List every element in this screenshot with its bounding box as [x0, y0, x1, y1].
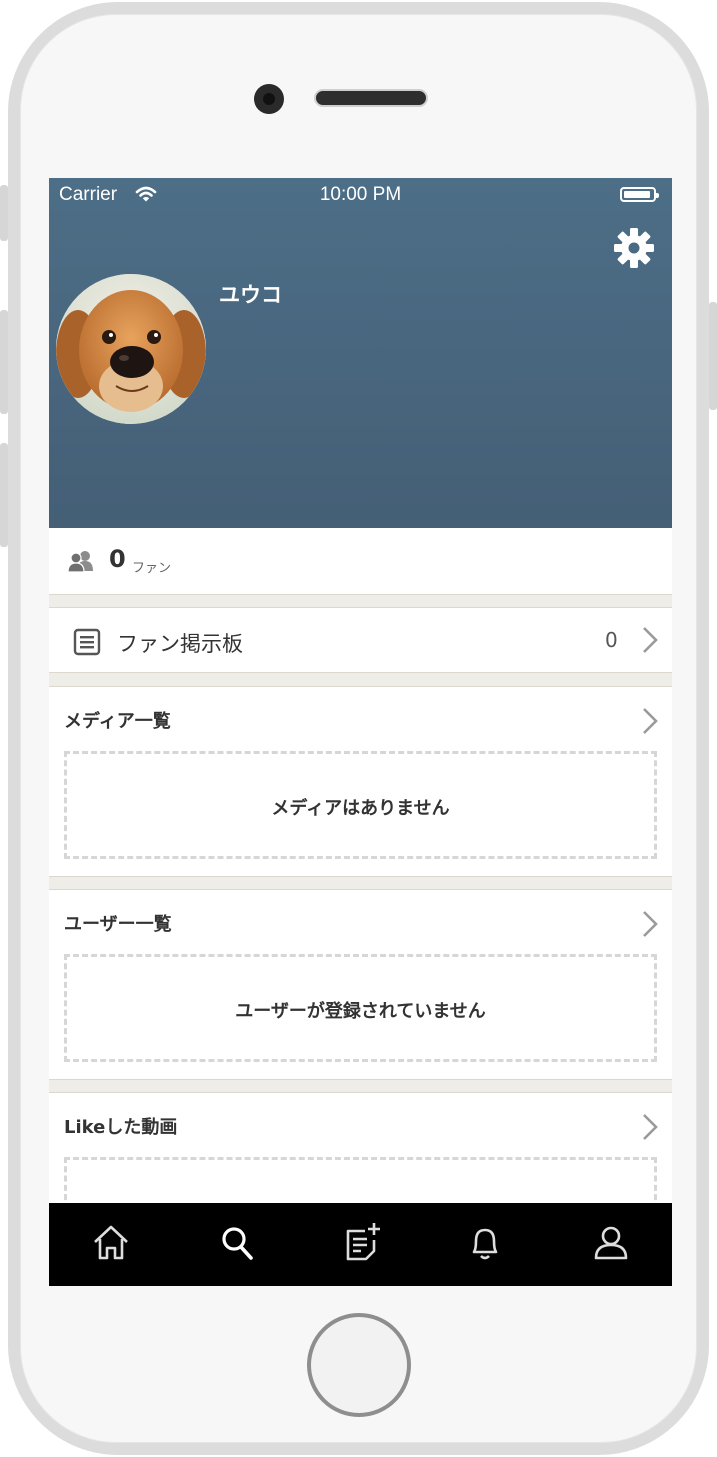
fan-board-row[interactable]: ファン掲示板 0: [49, 607, 672, 673]
section-title: メディア一覧: [64, 711, 171, 732]
fan-board-count: 0: [605, 628, 618, 652]
status-time: 10:00 PM: [319, 184, 402, 205]
chevron-right-icon: [643, 627, 658, 653]
user-empty-placeholder: ユーザーが登録されていません: [64, 954, 657, 1062]
board-list-icon: [73, 628, 101, 656]
dog-photo: [56, 274, 206, 424]
device-power-button: [709, 302, 717, 410]
chevron-right-icon[interactable]: [641, 1113, 659, 1141]
profile-header: Carrier 10:00 PM ユウコ: [49, 178, 672, 528]
profile-avatar[interactable]: [56, 274, 206, 424]
profile-icon[interactable]: [591, 1221, 631, 1263]
bell-icon[interactable]: [465, 1221, 505, 1263]
profile-name: ユウコ: [219, 283, 282, 307]
chevron-right-icon[interactable]: [641, 910, 659, 938]
device-volume-up: [0, 310, 8, 414]
device-volume-down: [0, 443, 8, 547]
fan-label: ファン: [132, 561, 172, 576]
earpiece-speaker: [314, 89, 428, 107]
battery-icon: [620, 187, 659, 202]
media-list-section: メディア一覧 メディアはありません: [49, 686, 672, 877]
chevron-right-icon[interactable]: [641, 707, 659, 735]
app-screen: Carrier 10:00 PM ユウコ 0 ファン ファン掲示板 0 メディア…: [49, 178, 672, 1286]
home-icon[interactable]: [91, 1221, 131, 1263]
fan-board-label: ファン掲示板: [117, 632, 243, 656]
fan-count-row[interactable]: 0 ファン: [49, 528, 672, 595]
home-button[interactable]: [307, 1313, 411, 1417]
front-camera: [254, 84, 284, 114]
empty-message: メディアはありません: [271, 798, 450, 819]
fans-icon: [67, 551, 93, 572]
device-mute-switch: [0, 185, 8, 241]
section-title: ユーザー一覧: [64, 914, 172, 935]
media-empty-placeholder: メディアはありません: [64, 751, 657, 859]
fan-count: 0: [109, 545, 126, 573]
status-bar: Carrier 10:00 PM: [49, 178, 672, 212]
empty-message: ユーザーが登録されていません: [235, 1001, 486, 1022]
search-icon[interactable]: [217, 1221, 257, 1263]
new-post-icon[interactable]: [341, 1221, 381, 1263]
settings-gear-icon[interactable]: [613, 227, 655, 269]
section-title: Likeした動画: [64, 1117, 178, 1138]
tab-bar: [49, 1203, 672, 1286]
user-list-section: ユーザー一覧 ユーザーが登録されていません: [49, 889, 672, 1080]
